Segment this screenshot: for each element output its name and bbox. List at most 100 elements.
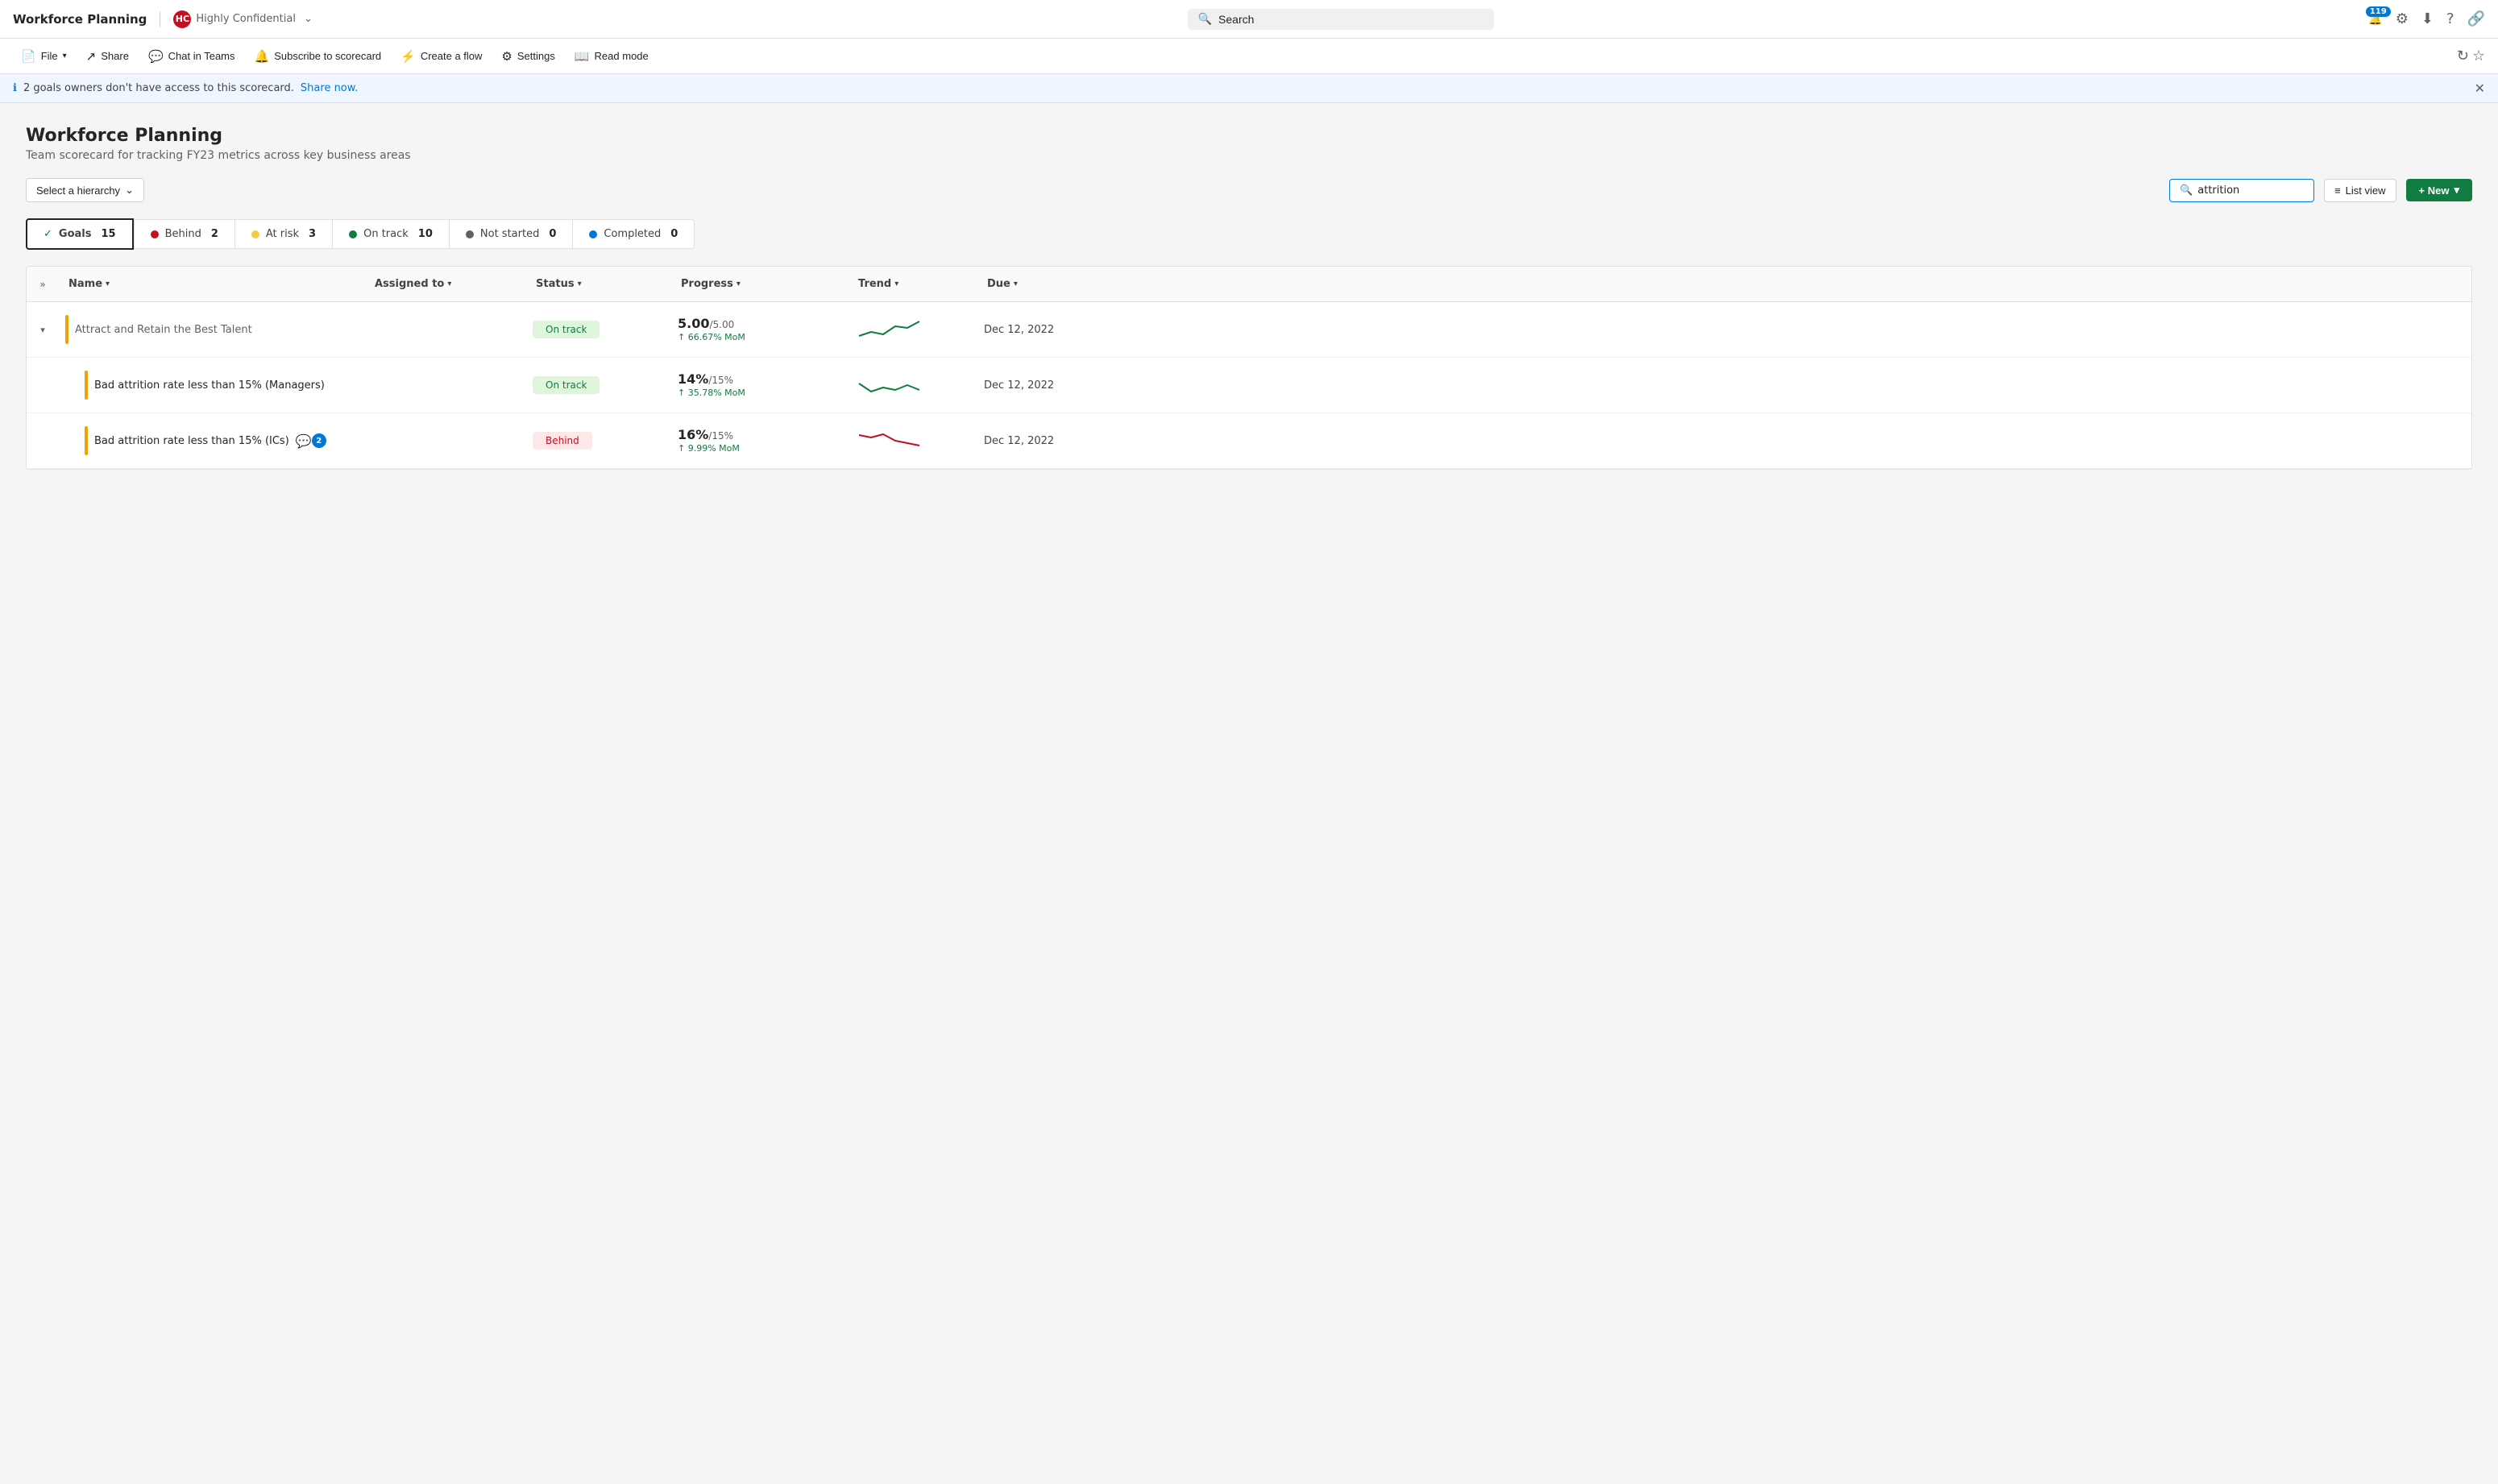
flow-icon: ⚡ — [400, 49, 416, 64]
notifications-button[interactable]: 🔔 119 — [2368, 13, 2382, 26]
table-wrap: » Name ▾ Assigned to ▾ Status ▾ Progress… — [26, 266, 2472, 470]
check-icon: ✓ — [44, 228, 52, 240]
share-icon: ↗ — [86, 49, 97, 64]
file-icon: 📄 — [21, 49, 36, 64]
search-wrap: 🔍 — [1188, 9, 1494, 30]
table-row: ▾ Attract and Retain the Best Talent On … — [27, 302, 2471, 358]
controls-row: Select a hierarchy ⌄ 🔍 attrition ≡ List … — [26, 178, 2472, 202]
expand-col-header: » — [27, 273, 59, 295]
row-progress-cell: 16%/15% ↑ 9.99% MoM — [671, 417, 849, 464]
list-view-label: List view — [2346, 184, 2386, 197]
th-assigned[interactable]: Assigned to ▾ — [365, 273, 526, 295]
progress-mom: ↑ 9.99% MoM — [678, 443, 740, 454]
stat-label: At risk — [266, 228, 299, 240]
stat-label: Behind — [165, 228, 201, 240]
row-name-cell: Bad attrition rate less than 15% (ICs) 💬… — [59, 417, 365, 465]
hierarchy-label: Select a hierarchy — [36, 184, 120, 197]
progress-value: 16% — [678, 427, 708, 442]
subscribe-button[interactable]: 🔔 Subscribe to scorecard — [247, 46, 390, 67]
row-status-cell: On track — [526, 311, 671, 348]
stat-item-at-risk[interactable]: At risk 3 — [234, 219, 332, 249]
file-button[interactable]: 📄 File ▾ — [13, 46, 75, 67]
share-now-link[interactable]: Share now. — [301, 82, 358, 94]
new-label: + New — [2419, 184, 2450, 197]
file-chevron: ▾ — [63, 52, 67, 60]
stat-label: Not started — [480, 228, 539, 240]
refresh-icon[interactable]: ↻ — [2457, 48, 2469, 64]
settings-icon[interactable]: ⚙ — [2396, 10, 2409, 27]
row-due-cell: Dec 12, 2022 — [977, 425, 1090, 457]
comment-icon[interactable]: 💬2 — [296, 433, 326, 449]
hierarchy-selector[interactable]: Select a hierarchy ⌄ — [26, 178, 144, 202]
download-icon[interactable]: ⬇ — [2421, 10, 2434, 27]
progress-target: /5.00 — [709, 319, 734, 330]
help-icon[interactable]: ? — [2446, 10, 2454, 27]
chat-teams-button[interactable]: 💬 Chat in Teams — [140, 46, 243, 67]
stat-label: On track — [363, 228, 409, 240]
table-body: ▾ Attract and Retain the Best Talent On … — [27, 302, 2471, 469]
create-flow-button[interactable]: ⚡ Create a flow — [392, 46, 490, 67]
row-expand-toggle[interactable] — [27, 379, 59, 392]
row-name-text[interactable]: Bad attrition rate less than 15% (ICs) — [94, 435, 289, 447]
stat-item-behind[interactable]: Behind2 — [134, 219, 234, 249]
share-network-icon[interactable]: 🔗 — [2467, 10, 2485, 27]
list-view-button[interactable]: ≡ List view — [2324, 179, 2396, 202]
status-pill: On track — [533, 376, 600, 394]
row-name-text[interactable]: Bad attrition rate less than 15% (Manage… — [94, 379, 325, 392]
expand-icon[interactable]: » — [39, 279, 45, 290]
search-bar: 🔍 — [313, 9, 2368, 30]
th-due[interactable]: Due ▾ — [977, 273, 1090, 295]
row-trend-cell — [849, 302, 977, 357]
share-button[interactable]: ↗ Share — [78, 46, 137, 67]
comment-badge: 2 — [312, 433, 326, 448]
read-mode-button[interactable]: 📖 Read mode — [566, 46, 657, 67]
row-left-bar — [85, 426, 88, 455]
search-icon: 🔍 — [1198, 13, 1212, 26]
stat-item-not-started[interactable]: Not started 0 — [449, 219, 572, 249]
row-expand-toggle[interactable]: ▾ — [27, 318, 59, 342]
bookmark-icon[interactable]: ☆ — [2472, 48, 2485, 64]
row-left-bar — [65, 315, 68, 344]
search-input[interactable] — [1218, 13, 1483, 26]
stat-dot — [589, 230, 597, 238]
stat-dot — [151, 230, 159, 238]
progress-value: 5.00 — [678, 316, 709, 331]
status-pill: Behind — [533, 432, 592, 450]
row-progress-cell: 5.00/5.00 ↑ 66.67% MoM — [671, 306, 849, 353]
th-progress[interactable]: Progress ▾ — [671, 273, 849, 295]
stat-label: Completed — [604, 228, 661, 240]
confidential-label: HC Highly Confidential ⌄ — [173, 10, 312, 28]
row-expand-toggle[interactable] — [27, 434, 59, 447]
stat-item-on-track[interactable]: On track10 — [332, 219, 449, 249]
collapse-icon: ▾ — [40, 325, 45, 335]
row-assigned-cell — [365, 375, 526, 395]
new-button[interactable]: + New ▾ — [2406, 179, 2472, 201]
read-icon: 📖 — [575, 49, 590, 64]
stat-item-completed[interactable]: Completed0 — [572, 219, 695, 249]
row-trend-cell — [849, 413, 977, 468]
row-trend-cell — [849, 358, 977, 412]
stat-dot — [349, 230, 357, 238]
settings-button[interactable]: ⚙ Settings — [493, 46, 562, 67]
th-name[interactable]: Name ▾ — [59, 273, 365, 295]
status-pill: On track — [533, 321, 600, 338]
th-status[interactable]: Status ▾ — [526, 273, 671, 295]
info-message: 2 goals owners don't have access to this… — [23, 82, 294, 94]
th-name-sort: ▾ — [106, 280, 110, 288]
subscribe-icon: 🔔 — [255, 49, 270, 64]
progress-value: 14% — [678, 371, 708, 387]
stat-count: 3 — [309, 228, 316, 240]
row-name-text[interactable]: Attract and Retain the Best Talent — [75, 324, 252, 336]
teams-icon: 💬 — [148, 49, 164, 64]
stat-count: 0 — [549, 228, 556, 240]
th-progress-sort: ▾ — [737, 280, 741, 288]
confidential-chevron[interactable]: ⌄ — [304, 13, 313, 25]
th-status-sort: ▾ — [578, 280, 582, 288]
info-bar: ℹ 2 goals owners don't have access to th… — [0, 74, 2498, 103]
filter-search-field: 🔍 attrition — [2169, 179, 2314, 202]
stat-item-goals[interactable]: ✓Goals15 — [26, 218, 134, 250]
info-close-icon[interactable]: ✕ — [2475, 81, 2485, 96]
th-trend[interactable]: Trend ▾ — [849, 273, 977, 295]
notification-badge: 119 — [2366, 6, 2391, 17]
top-bar-right: 🔔 119 ⚙ ⬇ ? 🔗 — [2368, 10, 2485, 27]
